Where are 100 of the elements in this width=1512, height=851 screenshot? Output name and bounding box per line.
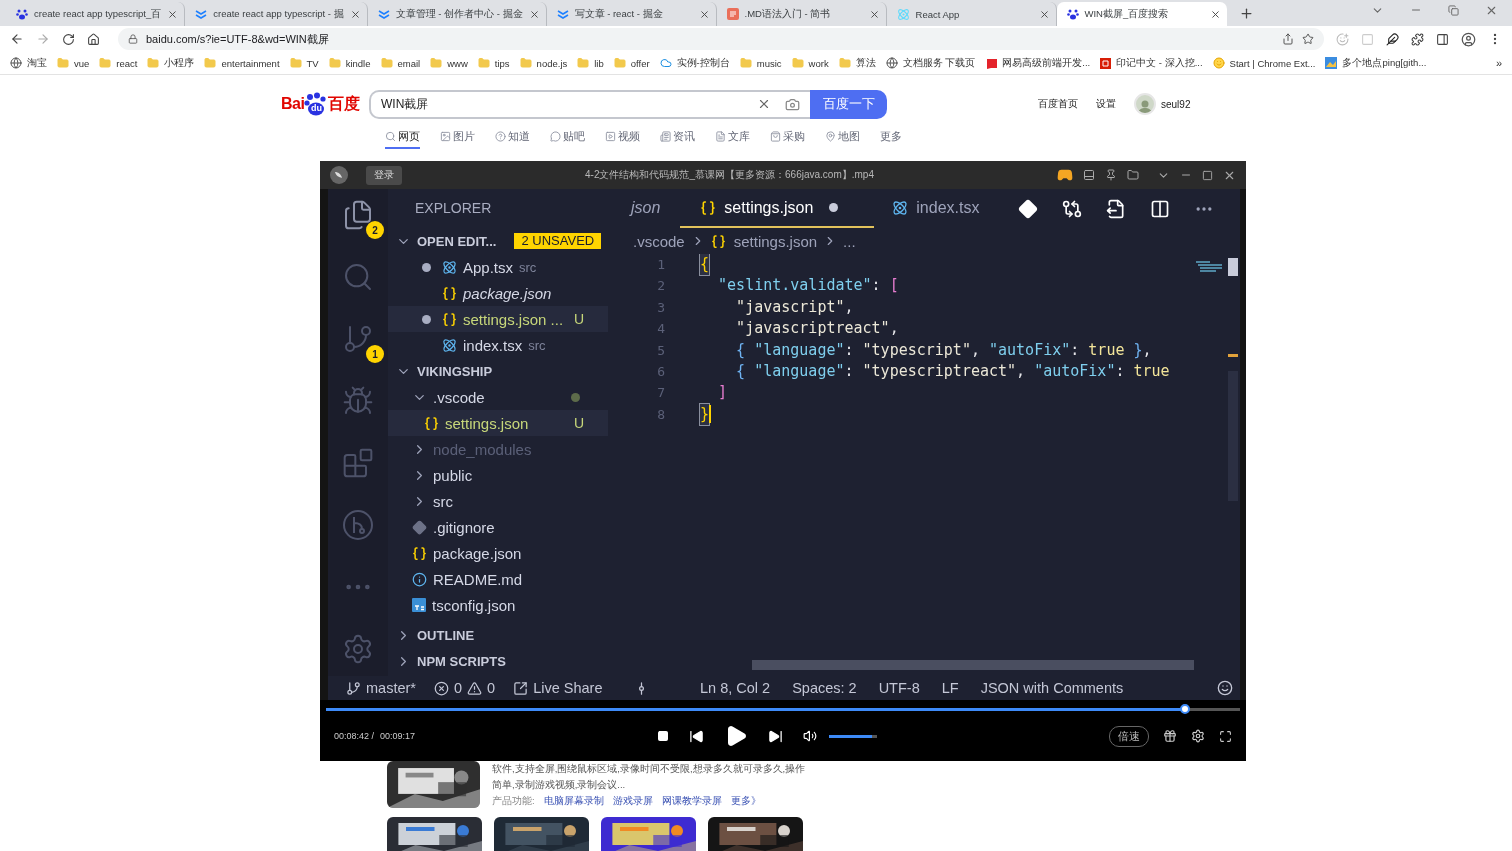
username[interactable]: seul92 bbox=[1161, 98, 1191, 110]
breadcrumb-item[interactable]: ... bbox=[843, 232, 856, 250]
feature-link[interactable]: 网课教学录屏 bbox=[661, 793, 722, 809]
feature-link[interactable]: 电脑屏幕录制 bbox=[543, 793, 604, 809]
breadcrumb-item[interactable]: .vscode bbox=[633, 232, 685, 250]
restore-icon[interactable] bbox=[1448, 4, 1459, 16]
close-icon[interactable] bbox=[868, 8, 880, 20]
gift-icon[interactable] bbox=[1163, 729, 1177, 743]
previous-icon[interactable] bbox=[689, 728, 705, 744]
header-link[interactable]: 设置 bbox=[1096, 97, 1116, 111]
gamepad-icon[interactable] bbox=[1057, 167, 1073, 183]
indentation-status[interactable]: Spaces: 2 bbox=[792, 680, 857, 696]
split-editor-icon[interactable] bbox=[1150, 198, 1170, 219]
bookmark[interactable]: tips bbox=[477, 57, 510, 69]
breadcrumb-item[interactable]: settings.json bbox=[710, 232, 818, 250]
open-file-icon[interactable] bbox=[1106, 198, 1126, 219]
section-header[interactable]: OPEN EDIT... 2 UNSAVED bbox=[388, 228, 613, 254]
logo[interactable]: Bai du 百度 bbox=[281, 92, 369, 116]
back-icon[interactable] bbox=[10, 32, 24, 46]
folder-icon[interactable] bbox=[1127, 169, 1139, 181]
branch-status[interactable]: master* bbox=[346, 680, 416, 696]
browser-tab[interactable]: .MD语法入门 - 简书 bbox=[716, 2, 887, 26]
search-tab[interactable]: 更多 bbox=[880, 125, 902, 149]
open-editor-item[interactable]: index.tsx src bbox=[388, 332, 608, 358]
login-button[interactable]: 登录 bbox=[366, 165, 402, 185]
bookmark[interactable]: kindle bbox=[328, 57, 371, 69]
pin-icon[interactable] bbox=[1105, 169, 1117, 181]
bookmark[interactable]: lib bbox=[577, 57, 604, 69]
section-header[interactable]: NPM SCRIPTS bbox=[388, 648, 613, 674]
browser-tab[interactable]: React App bbox=[886, 2, 1057, 26]
search-tab[interactable]: 贴吧 bbox=[550, 125, 585, 149]
camera-icon[interactable] bbox=[785, 96, 800, 112]
editor-tab[interactable]: index.tsx bbox=[874, 189, 1000, 228]
search-tab[interactable]: 图片 bbox=[440, 125, 475, 149]
encoding-status[interactable]: UTF-8 bbox=[878, 680, 920, 696]
maximize-icon[interactable] bbox=[1202, 169, 1213, 181]
star-icon[interactable] bbox=[1302, 33, 1314, 45]
bookmark[interactable]: 印记中文 - 深入挖... bbox=[1100, 56, 1203, 70]
compare-icon[interactable] bbox=[1062, 198, 1082, 219]
bookmark[interactable]: 多个地点ping[gith... bbox=[1325, 56, 1427, 70]
bookmark[interactable]: TV bbox=[289, 57, 319, 69]
feature-link[interactable]: 游戏录屏 bbox=[612, 793, 653, 809]
editor-tab[interactable]: settings.json bbox=[680, 189, 875, 228]
search-tab[interactable]: 文库 bbox=[715, 125, 750, 149]
open-editor-item[interactable]: settings.json ... U bbox=[388, 306, 608, 332]
cursor-position[interactable]: Ln 8, Col 2 bbox=[700, 680, 771, 696]
bookmark[interactable]: 文档服务 下载页 bbox=[885, 56, 976, 70]
bookmark[interactable]: work bbox=[791, 57, 829, 69]
bookmark[interactable]: entertainment bbox=[204, 57, 280, 69]
section-header[interactable]: VIKINGSHIP bbox=[388, 358, 613, 384]
bookmark[interactable]: Start | Chrome Ext... bbox=[1212, 57, 1316, 69]
browser-tab[interactable]: create react app typescript_百 bbox=[6, 2, 186, 26]
extensions-icon[interactable] bbox=[1411, 32, 1424, 46]
search-tab[interactable]: 网页 bbox=[385, 125, 420, 149]
profile-icon[interactable] bbox=[1461, 31, 1476, 47]
feedback-icon[interactable] bbox=[1217, 680, 1234, 696]
browser-tab[interactable]: WIN截屏_百度搜索 bbox=[1056, 2, 1227, 26]
search-tab[interactable]: 采购 bbox=[770, 125, 805, 149]
close-icon[interactable] bbox=[349, 8, 361, 20]
problems-status[interactable]: 0 0 bbox=[433, 680, 496, 696]
folder-item[interactable]: public bbox=[388, 462, 608, 488]
bookmark[interactable]: 小程序 bbox=[147, 56, 195, 70]
file-item[interactable]: package.json bbox=[388, 540, 608, 566]
line-ending-status[interactable]: LF bbox=[941, 680, 959, 696]
language-status[interactable]: JSON with Comments bbox=[980, 680, 1124, 696]
search-tab[interactable]: 地图 bbox=[825, 125, 860, 149]
address-bar[interactable]: baidu.com/s?ie=UTF-8&wd=WIN截屏 bbox=[118, 28, 1324, 50]
reload-icon[interactable] bbox=[62, 32, 75, 46]
clear-icon[interactable] bbox=[757, 97, 771, 111]
horizontal-scrollbar[interactable] bbox=[752, 660, 1194, 670]
vertical-scrollbar[interactable] bbox=[1228, 258, 1238, 276]
header-link[interactable]: 百度首页 bbox=[1038, 97, 1078, 111]
bookmark[interactable]: music bbox=[739, 57, 782, 69]
search-field[interactable]: WIN截屏 bbox=[369, 89, 810, 119]
bookmark[interactable]: 淘宝 bbox=[10, 56, 47, 70]
live-share-status[interactable]: Live Share bbox=[513, 680, 603, 696]
open-editor-item[interactable]: package.json bbox=[388, 280, 608, 306]
folder-item[interactable]: src bbox=[388, 488, 608, 514]
file-item[interactable]: .gitignore bbox=[388, 514, 608, 540]
search-tab[interactable]: 资讯 bbox=[660, 125, 695, 149]
bookmark[interactable]: react bbox=[99, 57, 138, 69]
browser-tab[interactable]: 文章管理 - 创作者中心 - 掘金 bbox=[367, 2, 547, 26]
file-item[interactable]: settings.json U bbox=[388, 410, 608, 436]
bookmark[interactable]: offer bbox=[613, 57, 650, 69]
close-icon[interactable] bbox=[698, 8, 710, 20]
bookmark[interactable]: 算法 bbox=[838, 56, 876, 70]
panel-icon[interactable] bbox=[1083, 169, 1095, 181]
search-button[interactable]: 百度一下 bbox=[810, 89, 887, 119]
bookmark[interactable]: email bbox=[380, 57, 421, 69]
home-icon[interactable] bbox=[87, 32, 100, 46]
bookmark[interactable]: 网易高级前端开发... bbox=[985, 56, 1091, 70]
bookmark[interactable]: www bbox=[430, 57, 468, 69]
search-tab[interactable]: 视频 bbox=[605, 125, 640, 149]
search-tab[interactable]: 知道 bbox=[495, 125, 530, 149]
bookmark[interactable]: 实例-控制台 bbox=[659, 56, 730, 70]
folder-item[interactable]: .vscode bbox=[388, 384, 608, 410]
avatar[interactable] bbox=[1134, 93, 1156, 115]
new-tab-icon[interactable] bbox=[1238, 6, 1254, 21]
share-icon[interactable] bbox=[1282, 33, 1294, 45]
bookmark[interactable]: node.js bbox=[519, 57, 568, 69]
